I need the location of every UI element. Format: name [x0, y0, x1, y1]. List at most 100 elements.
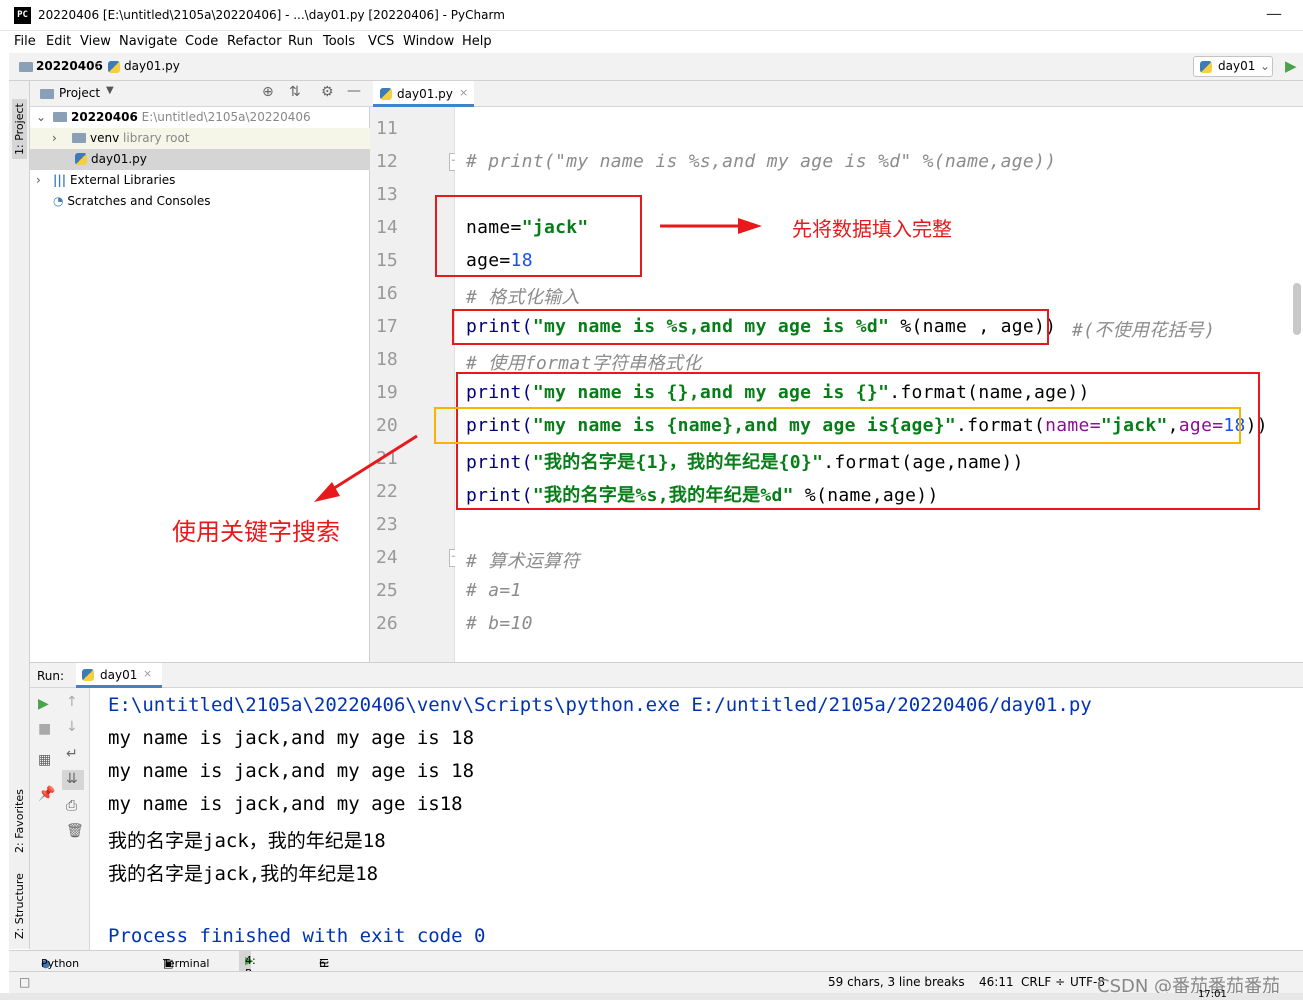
code-line-12: # print("my name is %s,and my age is %d"…	[466, 151, 1057, 172]
locate-icon[interactable]: ⊕	[262, 84, 274, 100]
output-line: my name is jack,and my age is 18	[108, 760, 475, 782]
gear-icon[interactable]: ⚙	[321, 84, 334, 100]
close-icon[interactable]: ×	[459, 86, 468, 99]
menu-navigate[interactable]: Navigate	[119, 34, 177, 49]
python-file-icon	[108, 61, 120, 73]
print-icon[interactable]: ⎙	[66, 798, 77, 814]
collapse-icon[interactable]: ⇅	[289, 84, 301, 100]
run-tab-day01[interactable]: day01 ×	[76, 663, 162, 688]
menu-run[interactable]: Run	[288, 34, 313, 49]
menu-tools[interactable]: Tools	[323, 34, 355, 49]
trash-icon[interactable]: 🗑	[66, 823, 84, 839]
menu-refactor[interactable]: Refactor	[227, 34, 282, 49]
menu-vcs[interactable]: VCS	[368, 34, 394, 49]
output-line: 我的名字是jack，我的年纪是18	[108, 830, 386, 852]
output-line: my name is jack,and my age is 18	[108, 727, 475, 749]
tree-item-project-root[interactable]: ⌄ 20220406 E:\untitled\2105a\20220406	[30, 107, 370, 128]
soft-wrap-icon[interactable]: ↵	[66, 746, 78, 762]
up-arrow-icon[interactable]: ↑	[66, 694, 78, 710]
favorites-tool-tab[interactable]: 2: Favorites	[13, 789, 26, 853]
project-view-selector[interactable]: Project	[59, 86, 100, 100]
taskbar-clock: 17:01	[1198, 989, 1227, 1000]
breadcrumb-separator-icon: ›	[95, 58, 101, 73]
output-line: E:\untitled\2105a\20220406\venv\Scripts\…	[108, 694, 1092, 716]
menu-code[interactable]: Code	[185, 34, 218, 49]
folder-icon	[19, 62, 33, 72]
tree-label: day01.py	[91, 152, 147, 166]
run-tab-label: day01	[100, 668, 138, 682]
scratches-icon: ◔	[53, 194, 64, 208]
annotation-use-keyword: 使用关键字搜索	[172, 518, 340, 546]
editor-scrollbar[interactable]	[1293, 283, 1301, 335]
tree-item-external-libraries[interactable]: › ||| External Libraries	[30, 170, 370, 191]
breadcrumb-project[interactable]: 20220406	[36, 59, 103, 73]
line-number: 12	[376, 151, 398, 172]
tree-path: E:\untitled\2105a\20220406	[141, 110, 311, 124]
arrow-head-down-left	[314, 482, 340, 502]
tree-item-day01[interactable]: day01.py	[30, 149, 370, 170]
menu-bar: File Edit View Navigate Code Refactor Ru…	[9, 31, 1303, 53]
project-panel-header: Project ▼ ⊕ ⇅ ⚙ —	[30, 81, 370, 107]
layout-icon[interactable]: ▦	[38, 752, 51, 768]
chevron-down-icon[interactable]: ▼	[106, 85, 114, 96]
editor-tab-label: day01.py	[397, 87, 453, 101]
status-bar: □ 59 chars, 3 line breaks 46:11 CRLF ÷ U…	[9, 971, 1303, 997]
taskbar: 17:01	[0, 989, 1303, 1000]
title-bar: PC 20220406 [E:\untitled\2105a\20220406]…	[0, 0, 1303, 31]
folder-icon	[72, 133, 86, 143]
run-toolbar: ▶ ↑ ■ ↓ ▦ ↵ ⇊ 📌 ⎙ 🗑	[30, 688, 90, 950]
layout-toggle-icon[interactable]: □	[19, 975, 30, 989]
chevron-down-icon[interactable]: ⌄	[36, 107, 46, 128]
menu-edit[interactable]: Edit	[46, 34, 71, 49]
arrow-head-right	[738, 218, 762, 234]
run-config-label: day01	[1218, 59, 1256, 73]
annotation-fill-data: 先将数据填入完整	[792, 217, 952, 241]
folder-icon	[40, 89, 54, 99]
menu-file[interactable]: File	[14, 34, 36, 49]
status-chars: 59 chars, 3 line breaks	[828, 975, 965, 989]
tree-label: External Libraries	[69, 173, 176, 187]
pin-icon[interactable]: 📌	[38, 786, 55, 802]
status-line-separator[interactable]: CRLF ÷	[1021, 975, 1065, 989]
tool-tab-run[interactable]: ▶ 4: Run	[239, 951, 266, 980]
menu-help[interactable]: Help	[462, 34, 492, 49]
menu-view[interactable]: View	[80, 34, 111, 49]
annotation-arrows	[314, 218, 762, 502]
folder-icon	[53, 112, 67, 122]
minimize-button[interactable]: —	[1266, 4, 1282, 23]
editor-tabs: day01.py ×	[370, 81, 1303, 107]
code-line-26: # b=10	[466, 613, 533, 634]
menu-window[interactable]: Window	[403, 34, 454, 49]
down-arrow-icon[interactable]: ↓	[66, 719, 78, 735]
code-line-25: # a=1	[466, 580, 522, 601]
line-number: 25	[376, 580, 398, 601]
navigation-bar: 20220406 › day01.py	[9, 53, 1303, 81]
editor-tab-day01[interactable]: day01.py ×	[373, 81, 474, 107]
hide-icon[interactable]: —	[347, 83, 361, 99]
status-position[interactable]: 46:11	[979, 975, 1014, 989]
window-title: 20220406 [E:\untitled\2105a\20220406] - …	[38, 8, 505, 22]
rerun-icon[interactable]: ▶	[38, 696, 49, 712]
chevron-right-icon[interactable]: ›	[52, 128, 57, 149]
tool-tab-label: Terminal	[163, 957, 210, 970]
output-line: my name is jack,and my age is18	[108, 793, 463, 815]
close-icon[interactable]: ×	[143, 667, 152, 680]
left-tool-strip: 1: Project 2: Favorites Z: Structure	[9, 81, 30, 949]
run-config-select[interactable]: day01 ⌄	[1193, 56, 1273, 77]
structure-tool-tab[interactable]: Z: Structure	[13, 873, 26, 939]
python-file-icon	[82, 669, 94, 681]
scroll-end-icon[interactable]: ⇊	[66, 771, 78, 787]
chevron-right-icon[interactable]: ›	[36, 170, 41, 191]
python-file-icon	[380, 88, 392, 100]
project-tool-tab[interactable]: 1: Project	[12, 99, 27, 159]
breadcrumb-file[interactable]: day01.py	[124, 59, 180, 73]
run-console-output[interactable]: E:\untitled\2105a\20220406\venv\Scripts\…	[90, 688, 1303, 950]
stop-icon[interactable]: ■	[38, 721, 51, 737]
tree-item-venv[interactable]: › venv library root	[30, 128, 370, 149]
run-play-icon[interactable]: ▶	[1285, 57, 1297, 75]
code-comment: #(不使用花括号)	[1072, 320, 1216, 341]
line-number: 26	[376, 613, 398, 634]
output-line: 我的名字是jack,我的年纪是18	[108, 863, 379, 885]
tree-label: venv	[90, 131, 120, 145]
tree-label: 20220406	[71, 110, 138, 124]
